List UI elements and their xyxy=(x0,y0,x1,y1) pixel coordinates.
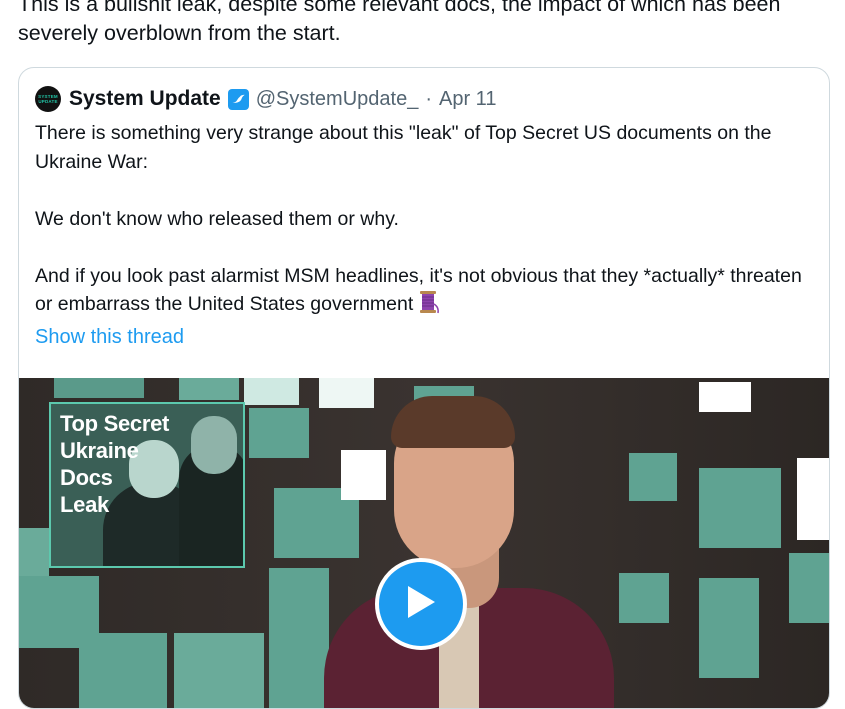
play-button[interactable] xyxy=(375,558,467,650)
tweet-date[interactable]: Apr 11 xyxy=(439,88,496,111)
presenter-hair xyxy=(391,396,515,448)
thumbnail-face-right xyxy=(191,416,237,474)
quoted-tweet-header: SYSTEM UPDATE System Update @SystemUpdat… xyxy=(35,86,496,112)
background-tile xyxy=(699,578,759,678)
background-tile xyxy=(244,378,299,405)
avatar-text-line-2: UPDATE xyxy=(38,99,58,104)
background-tile xyxy=(619,573,669,623)
separator-dot: · xyxy=(425,87,432,110)
background-tile xyxy=(699,382,751,412)
tweet-text: This is a bullshit leak, despite some re… xyxy=(18,0,781,45)
show-thread-link[interactable]: Show this thread xyxy=(35,326,184,349)
background-tile xyxy=(179,378,239,400)
background-tile xyxy=(319,378,374,408)
quoted-tweet-card[interactable]: SYSTEM UPDATE System Update @SystemUpdat… xyxy=(18,67,830,709)
thumbnail-title: Top Secret Ukraine Docs Leak xyxy=(60,410,169,518)
background-tile xyxy=(629,453,677,501)
background-tile xyxy=(341,450,386,500)
background-tile xyxy=(797,458,829,540)
quoted-paragraph-1: There is something very strange about th… xyxy=(35,122,772,173)
background-tile xyxy=(54,378,144,398)
background-tile xyxy=(249,408,309,458)
author-handle[interactable]: @SystemUpdate_ xyxy=(256,88,419,111)
avatar[interactable]: SYSTEM UPDATE xyxy=(35,86,61,112)
thumbnail-title-line: Leak xyxy=(60,492,109,517)
author-name[interactable]: System Update xyxy=(69,87,221,111)
thread-spool-icon xyxy=(417,290,441,323)
quoted-paragraph-3: And if you look past alarmist MSM headli… xyxy=(35,262,815,323)
thumbnail-title-line: Ukraine xyxy=(60,438,139,463)
background-tile xyxy=(174,633,264,708)
background-tile xyxy=(79,633,167,708)
background-tile xyxy=(269,568,329,708)
video-player[interactable]: Top Secret Ukraine Docs Leak xyxy=(19,378,829,708)
video-thumbnail-overlay: Top Secret Ukraine Docs Leak xyxy=(49,402,245,568)
quoted-tweet-body: There is something very strange about th… xyxy=(35,119,815,323)
quoted-paragraph-2: We don't know who released them or why. xyxy=(35,207,399,230)
thumbnail-title-line: Top Secret xyxy=(60,411,170,436)
play-icon xyxy=(404,583,438,626)
background-tile xyxy=(789,553,829,623)
background-tile xyxy=(699,468,781,548)
verified-badge-icon xyxy=(227,88,249,110)
thumbnail-title-line: Docs xyxy=(60,465,113,490)
